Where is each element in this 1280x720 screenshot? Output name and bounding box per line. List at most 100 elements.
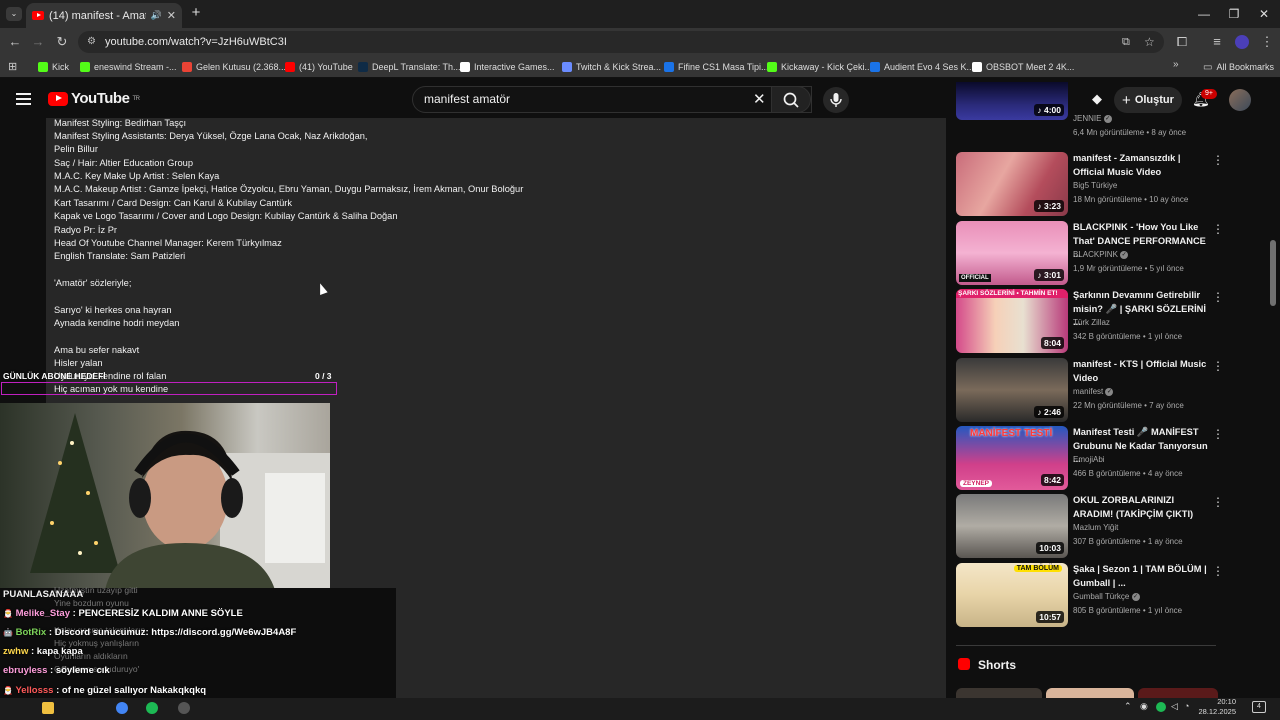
bookmark-item[interactable]: DeepL Translate: Th...: [358, 59, 461, 75]
recommended-video[interactable]: ♪ 3:23 manifest - Zamansızdık | Official …: [956, 152, 1224, 216]
cast-icon[interactable]: ⧉: [1122, 31, 1130, 53]
search-input[interactable]: manifest amatör ✕: [412, 86, 812, 113]
all-bookmarks-button[interactable]: ▭ All Bookmarks: [1203, 59, 1274, 75]
voice-search-button[interactable]: [823, 87, 849, 113]
video-menu-icon[interactable]: ⋮: [1212, 154, 1224, 166]
shorts-icon: [958, 658, 970, 670]
search-button[interactable]: [771, 86, 811, 113]
channel-name[interactable]: Gumball Türkçe ✓: [1073, 592, 1140, 601]
reload-icon[interactable]: ↻: [53, 33, 71, 51]
video-thumbnail[interactable]: MANİFEST TESTİ ZEYNEP 8:42: [956, 426, 1068, 490]
recommended-video[interactable]: 10:03 OKUL ZORBALARINIZI ARADIM! (TAKİPÇİ…: [956, 494, 1224, 558]
system-clock[interactable]: 20:10 28.12.2025: [1196, 697, 1236, 717]
extensions-icon[interactable]: ⧠: [1173, 33, 1191, 51]
bookmark-item[interactable]: Kick: [38, 59, 69, 75]
channel-name[interactable]: EmojiAbi: [1073, 455, 1105, 464]
channel-name[interactable]: Big5 Türkiye: [1073, 181, 1117, 190]
youtube-logo[interactable]: YouTube TR: [48, 90, 140, 107]
bookmark-item[interactable]: Twitch & Kick Strea...: [562, 59, 661, 75]
more-bookmarks-icon[interactable]: »: [1173, 59, 1179, 70]
video-menu-icon[interactable]: ⋮: [1212, 291, 1224, 303]
recommended-video[interactable]: ♪ 2:46 manifest - KTS | Official Music Vi…: [956, 358, 1224, 422]
spotify-tray-icon[interactable]: [1156, 702, 1166, 712]
network-icon[interactable]: ◔: [1184, 701, 1189, 711]
notification-center-icon[interactable]: 4: [1252, 701, 1266, 713]
hamburger-menu-icon[interactable]: [16, 91, 31, 105]
bookmark-item[interactable]: OBSBOT Meet 2 4K...: [972, 59, 1074, 75]
menu-kebab-icon[interactable]: ⋮: [1258, 33, 1276, 51]
channel-name[interactable]: JENNIE ✓: [1073, 114, 1112, 123]
tray-chevron-icon[interactable]: ⌃: [1124, 701, 1132, 712]
file-explorer-icon[interactable]: [42, 702, 54, 714]
video-title[interactable]: OKUL ZORBALARINIZI ARADIM! (TAKİPÇİM ÇIK…: [1073, 494, 1209, 521]
channel-name[interactable]: BLACKPINK ✓: [1073, 250, 1129, 259]
channel-name[interactable]: Mazlum Yiğit: [1073, 523, 1118, 532]
profile-icon[interactable]: [1235, 35, 1249, 49]
short-thumb[interactable]: [956, 688, 1042, 698]
description-line: Sarıyo' ki herkes ona hayran: [54, 305, 172, 315]
recommended-video[interactable]: ♪ 4:00 JENNIE ✓ 6,4 Mn görüntüleme • 8 ay …: [956, 82, 1206, 146]
restore-button[interactable]: ❐: [1222, 5, 1246, 23]
channel-name[interactable]: Türk Zillaz: [1073, 318, 1110, 327]
chrome-taskbar-icon[interactable]: [116, 702, 128, 714]
chat-message: ebruyless : söyleme cık: [3, 665, 110, 676]
discord-tray-icon[interactable]: ◉: [1140, 701, 1148, 712]
video-title[interactable]: manifest - KTS | Official Music Video: [1073, 358, 1209, 385]
video-thumbnail[interactable]: OFFICIAL ♪ 3:01: [956, 221, 1068, 285]
reading-list-icon[interactable]: ≡: [1208, 33, 1226, 51]
bookmark-item[interactable]: Audient Evo 4 Ses K...: [870, 59, 974, 75]
video-menu-icon[interactable]: ⋮: [1212, 496, 1224, 508]
new-tab-button[interactable]: +: [188, 5, 204, 21]
description-line: Head Of Youtube Channel Manager: Kerem T…: [54, 238, 282, 248]
video-thumbnail[interactable]: ŞARKI SÖZLERİNİ • TAHMİN ET! 8:04: [956, 289, 1068, 353]
video-title[interactable]: Şaka | Sezon 1 | TAM BÖLÜM | Gumball | .…: [1073, 563, 1209, 590]
volume-icon[interactable]: ◁: [1171, 701, 1178, 712]
recommended-video[interactable]: OFFICIAL ♪ 3:01 BLACKPINK - 'How You Like …: [956, 221, 1224, 285]
account-avatar[interactable]: [1229, 89, 1251, 111]
recommended-video[interactable]: ŞARKI SÖZLERİNİ • TAHMİN ET! 8:04 Şarkının…: [956, 289, 1224, 353]
page-scrollbar[interactable]: [1270, 240, 1276, 306]
channel-name[interactable]: manifest ✓: [1073, 387, 1114, 396]
video-thumbnail[interactable]: ♪ 3:23: [956, 152, 1068, 216]
video-menu-icon[interactable]: ⋮: [1212, 223, 1224, 235]
windows-taskbar: [0, 698, 1280, 720]
video-metadata: 1,9 Mr görüntüleme • 5 yıl önce: [1073, 264, 1184, 273]
bookmark-item[interactable]: Gelen Kutusu (2.368...: [182, 59, 286, 75]
bookmark-item[interactable]: eneswind Stream -...: [80, 59, 177, 75]
video-thumbnail[interactable]: ♪ 4:00: [956, 82, 1068, 120]
chat-username[interactable]: Yellosss: [15, 685, 53, 696]
bookmark-item[interactable]: (41) YouTube: [285, 59, 353, 75]
video-menu-icon[interactable]: ⋮: [1212, 565, 1224, 577]
address-bar[interactable]: ⚙ youtube.com/watch?v=JzH6uWBtC3I ⧉ ☆: [78, 31, 1164, 53]
tab-search-button[interactable]: ⌄: [6, 7, 22, 21]
video-menu-icon[interactable]: ⋮: [1212, 360, 1224, 372]
forward-icon[interactable]: →: [29, 33, 47, 51]
video-thumbnail[interactable]: ♪ 2:46: [956, 358, 1068, 422]
chat-username[interactable]: BotRix: [16, 627, 47, 638]
close-tab-icon[interactable]: ✕: [167, 9, 176, 22]
short-thumb[interactable]: [1046, 688, 1134, 698]
bookmark-item[interactable]: Kickaway - Kick Çeki...: [767, 59, 872, 75]
video-thumbnail[interactable]: TAM BÖLÜM 10:57: [956, 563, 1068, 627]
site-info-icon[interactable]: ⚙: [87, 31, 96, 53]
close-window-button[interactable]: ✕: [1252, 5, 1276, 23]
video-title[interactable]: manifest - Zamansızdık | Official Music …: [1073, 152, 1209, 179]
chat-username[interactable]: Melike_Stay: [16, 608, 70, 619]
chat-username[interactable]: ebruyless: [3, 665, 47, 676]
recommended-video[interactable]: MANİFEST TESTİ ZEYNEP 8:42 Manifest Testi 🎤…: [956, 426, 1224, 490]
obs-taskbar-icon[interactable]: [178, 702, 190, 714]
clear-search-icon[interactable]: ✕: [753, 87, 766, 112]
apps-grid-icon[interactable]: ⊞: [8, 60, 17, 73]
audio-playing-icon[interactable]: 🔊: [151, 10, 162, 21]
video-thumbnail[interactable]: 10:03: [956, 494, 1068, 558]
recommended-video[interactable]: TAM BÖLÜM 10:57 Şaka | Sezon 1 | TAM BÖLÜM…: [956, 563, 1224, 627]
bookmark-item[interactable]: Fifine CS1 Masa Tipi...: [664, 59, 769, 75]
spotify-taskbar-icon[interactable]: [146, 702, 158, 714]
minimize-button[interactable]: —: [1192, 5, 1216, 23]
back-icon[interactable]: ←: [6, 33, 24, 51]
bookmark-star-icon[interactable]: ☆: [1144, 31, 1155, 53]
bookmark-item[interactable]: Interactive Games...: [460, 59, 555, 75]
tab-active[interactable]: (14) manifest - Amatör | Offic 🔊 ✕: [26, 3, 182, 28]
chat-username[interactable]: zwhw: [3, 646, 28, 657]
video-menu-icon[interactable]: ⋮: [1212, 428, 1224, 440]
